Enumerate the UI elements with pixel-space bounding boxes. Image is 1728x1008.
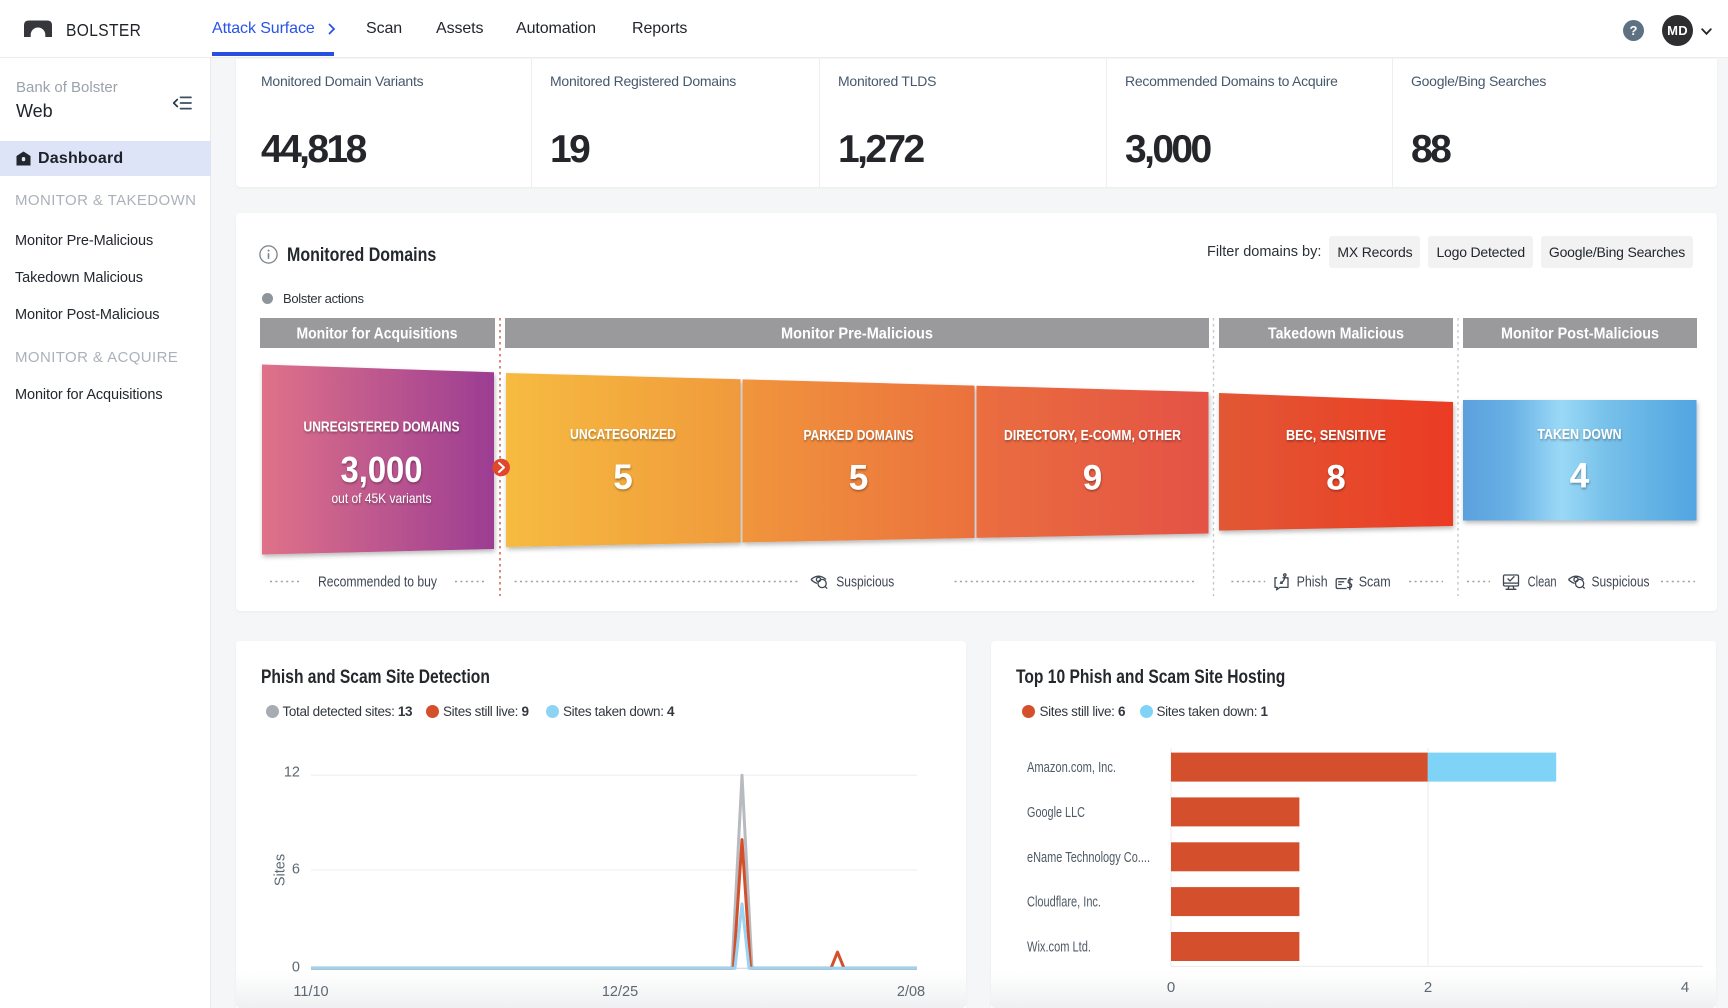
svg-text:0: 0 (292, 960, 300, 976)
svg-text:4: 4 (1681, 979, 1689, 996)
svg-text:PARKED DOMAINS: PARKED DOMAINS (804, 428, 914, 444)
svg-text:Takedown Malicious: Takedown Malicious (1268, 326, 1404, 343)
svg-text:2: 2 (1424, 979, 1432, 996)
svg-text:Monitor Pre-Malicious: Monitor Pre-Malicious (781, 326, 933, 343)
svg-text:Suspicious: Suspicious (836, 575, 894, 591)
svg-text:BEC, SENSITIVE: BEC, SENSITIVE (1286, 428, 1386, 444)
svg-text:11/10: 11/10 (293, 984, 328, 1000)
svg-text:Wix.com Ltd.: Wix.com Ltd. (1027, 940, 1091, 956)
svg-text:Monitor Post-Malicious: Monitor Post-Malicious (1501, 326, 1659, 343)
svg-text:Suspicious: Suspicious (1592, 575, 1650, 591)
svg-text:Amazon.com, Inc.: Amazon.com, Inc. (1027, 760, 1116, 776)
svg-text:4: 4 (1570, 457, 1590, 496)
svg-text:Phish: Phish (1297, 575, 1328, 591)
svg-text:6: 6 (292, 862, 300, 878)
svg-text:TAKEN DOWN: TAKEN DOWN (1538, 427, 1622, 443)
svg-text:Monitor for Acquisitions: Monitor for Acquisitions (297, 326, 458, 343)
svg-text:Recommended to buy: Recommended to buy (318, 575, 438, 591)
svg-text:Scam: Scam (1359, 575, 1391, 591)
svg-text:out of 45K variants: out of 45K variants (332, 490, 432, 506)
svg-text:12: 12 (284, 764, 300, 780)
svg-text:2/08: 2/08 (897, 984, 925, 1000)
svg-text:0: 0 (1167, 979, 1175, 996)
svg-text:UNCATEGORIZED: UNCATEGORIZED (570, 427, 676, 443)
svg-text:9: 9 (1083, 459, 1102, 498)
svg-text:eName Technology Co....: eName Technology Co.... (1027, 850, 1150, 866)
svg-text:Cloudflare, Inc.: Cloudflare, Inc. (1027, 895, 1101, 911)
svg-text:3,000: 3,000 (341, 449, 423, 490)
svg-text:Sites: Sites (273, 854, 289, 886)
svg-text:12/25: 12/25 (602, 984, 638, 1000)
svg-text:DIRECTORY, E-COMM, OTHER: DIRECTORY, E-COMM, OTHER (1004, 428, 1181, 444)
svg-text:8: 8 (1326, 459, 1345, 498)
svg-text:5: 5 (849, 459, 868, 498)
svg-text:5: 5 (613, 458, 632, 497)
svg-text:Google LLC: Google LLC (1027, 805, 1085, 821)
svg-text:UNREGISTERED DOMAINS: UNREGISTERED DOMAINS (304, 420, 460, 436)
svg-text:Clean: Clean (1528, 575, 1557, 591)
